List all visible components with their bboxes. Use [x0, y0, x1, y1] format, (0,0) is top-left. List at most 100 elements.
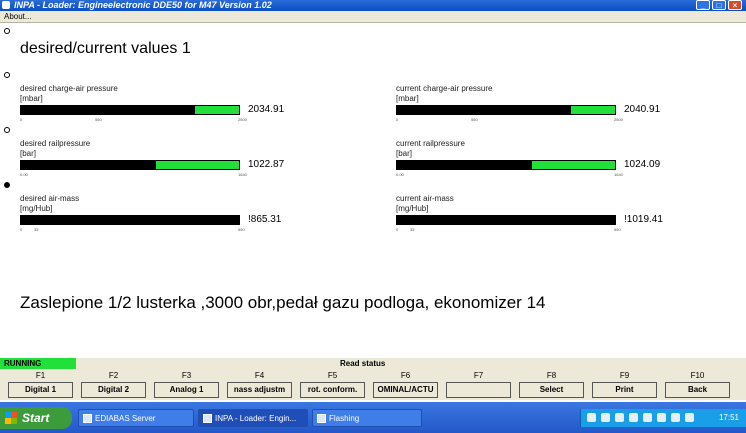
gauge-tick: 0	[20, 227, 23, 232]
side-radio-4[interactable]	[4, 182, 10, 188]
gauge-current-air-mass: current air-mass [mg/Hub] !1019.41 0 35 …	[396, 194, 736, 249]
task-ediabas-server[interactable]: EDIABAS Server	[78, 409, 194, 427]
windows-logo-icon	[5, 412, 17, 424]
side-radio-2[interactable]	[4, 72, 10, 78]
fkey-label: F3	[181, 371, 192, 380]
tray-misc-icon[interactable]	[685, 413, 694, 422]
gauge-bar	[20, 105, 240, 115]
gauge-unit: [mbar]	[20, 94, 43, 103]
start-label: Start	[22, 411, 50, 425]
fkey-f7: F7	[442, 369, 515, 400]
menu-bar: About...	[0, 11, 746, 23]
tray-app-icon[interactable]	[615, 413, 624, 422]
minimize-button[interactable]: _	[696, 0, 710, 10]
window-title: INPA - Loader: Engineelectronic DDE50 fo…	[14, 0, 272, 10]
gauge-tick: 35	[34, 227, 39, 232]
tray-security-icon[interactable]	[601, 413, 610, 422]
tray-network-icon[interactable]	[587, 413, 596, 422]
gauge-tick: 550	[471, 117, 478, 122]
gauge-tick: 0	[20, 117, 23, 122]
select-button[interactable]: Select	[519, 382, 584, 398]
digital-2-button[interactable]: Digital 2	[81, 382, 146, 398]
function-key-bar: F1 Digital 1 F2 Digital 2 F3 Analog 1 F4 nas…	[0, 369, 746, 400]
gauge-bar	[20, 215, 240, 225]
mass-adjustment-button[interactable]: nass adjustm	[227, 382, 292, 398]
window-titlebar[interactable]: INPA - Loader: Engineelectronic DDE50 fo…	[0, 0, 746, 11]
nominal-actual-button[interactable]: OMINAL/ACTU	[373, 382, 438, 398]
gauge-unit: [mbar]	[396, 94, 419, 103]
fkey-f8: F8 Select	[515, 369, 588, 400]
print-button[interactable]: Print	[592, 382, 657, 398]
gauge-unit: [bar]	[396, 149, 413, 158]
analog-1-button[interactable]: Analog 1	[154, 382, 219, 398]
gauge-desired-railpressure: desired railpressure [bar] 1022.87 0.00 …	[20, 139, 360, 194]
fkey-label: F5	[327, 371, 338, 380]
tray-clock: 17:51	[718, 413, 739, 422]
menu-about[interactable]: About...	[4, 12, 32, 21]
gauge-unit: [mg/Hub]	[396, 204, 429, 213]
fkey-f4: F4 nass adjustm	[223, 369, 296, 400]
gauge-value: !1019.41	[624, 214, 663, 225]
tray-shield-icon[interactable]	[629, 413, 638, 422]
app-window-icon	[203, 414, 212, 423]
f7-button[interactable]	[446, 382, 511, 398]
gauge-tick: 550	[238, 227, 245, 232]
gauge-tick: 2500	[238, 117, 247, 122]
gauge-label: current railpressure	[396, 139, 465, 148]
task-flashing[interactable]: Flashing	[312, 409, 422, 427]
gauge-unit: [bar]	[20, 149, 37, 158]
task-inpa-loader[interactable]: INPA - Loader: Engin...	[198, 409, 308, 427]
rot-conform-button[interactable]: rot. conform.	[300, 382, 365, 398]
taskbar: Start EDIABAS Server INPA - Loader: Engi…	[0, 402, 746, 433]
gauge-fill	[21, 161, 157, 169]
close-button[interactable]: ×	[728, 0, 742, 10]
gauge-fill	[21, 216, 239, 224]
fkey-label: F2	[108, 371, 119, 380]
read-status-label: Read status	[340, 359, 386, 368]
fkey-label: F1	[35, 371, 46, 380]
side-radio-1[interactable]	[4, 28, 10, 34]
app-icon	[2, 1, 10, 9]
task-label: INPA - Loader: Engin...	[215, 414, 297, 423]
gauge-label: current charge-air pressure	[396, 84, 493, 93]
comment-text: Zaslepione 1/2 lusterka ,3000 obr,pedał …	[20, 293, 546, 312]
maximize-button[interactable]: □	[712, 0, 726, 10]
fkey-f2: F2 Digital 2	[77, 369, 150, 400]
gauge-value: !865.31	[248, 214, 282, 225]
gauge-fill	[21, 106, 196, 114]
side-radio-3[interactable]	[4, 127, 10, 133]
main-panel: desired/current values 1 desired charge-…	[4, 23, 746, 358]
fkey-label: F6	[400, 371, 411, 380]
fkey-f1: F1 Digital 1	[4, 369, 77, 400]
tray-connection-icon[interactable]	[671, 413, 680, 422]
gauge-tick: 0.00	[396, 172, 404, 177]
page-title: desired/current values 1	[20, 40, 191, 57]
status-bar: RUNNING Read status	[0, 358, 746, 369]
gauge-tick: 1640	[614, 172, 623, 177]
gauge-tick: 550	[614, 227, 621, 232]
back-button[interactable]: Back	[665, 382, 730, 398]
gauge-fill	[397, 106, 572, 114]
gauge-bar	[396, 105, 616, 115]
digital-1-button[interactable]: Digital 1	[8, 382, 73, 398]
fkey-f10: F10 Back	[661, 369, 734, 400]
start-button[interactable]: Start	[0, 407, 72, 429]
tray-update-icon[interactable]	[643, 413, 652, 422]
fkey-label: F8	[546, 371, 557, 380]
app-window-icon	[83, 414, 92, 423]
gauge-tick: 550	[95, 117, 102, 122]
gauge-value: 1024.09	[624, 159, 661, 170]
gauge-tick: 1640	[238, 172, 247, 177]
gauge-value: 1022.87	[248, 159, 285, 170]
gauge-fill	[397, 216, 615, 224]
gauge-bar	[396, 215, 616, 225]
gauge-value: 2034.91	[248, 104, 285, 115]
task-label: Flashing	[329, 414, 360, 423]
gauge-tick: 2500	[614, 117, 623, 122]
tray-volume-icon[interactable]	[657, 413, 666, 422]
fkey-label: F7	[473, 371, 484, 380]
task-label: EDIABAS Server	[95, 414, 156, 423]
gauge-value: 2040.91	[624, 104, 661, 115]
fkey-f6: F6 OMINAL/ACTU	[369, 369, 442, 400]
fkey-f5: F5 rot. conform.	[296, 369, 369, 400]
